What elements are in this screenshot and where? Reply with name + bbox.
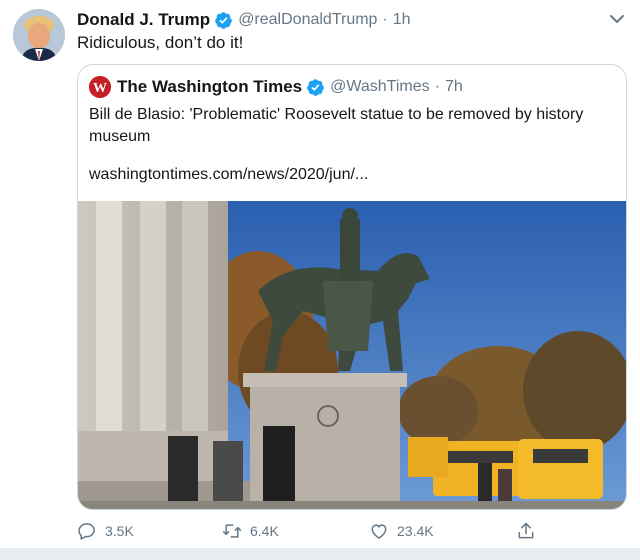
quoted-text: Bill de Blasio: 'Problematic' Roosevelt … xyxy=(89,106,584,145)
author-handle[interactable]: @realDonaldTrump xyxy=(238,11,377,29)
verified-badge-icon xyxy=(215,11,232,29)
separator-dot: · xyxy=(382,11,388,28)
quoted-header: W The Washington Times @WashTimes · 7h xyxy=(89,75,463,99)
tweet-header: Donald J. Trump @realDonaldTrump · 1h xyxy=(77,9,411,31)
timestamp[interactable]: 1h xyxy=(393,11,411,29)
reply-icon xyxy=(78,523,95,540)
quoted-timestamp[interactable]: 7h xyxy=(445,78,463,96)
like-count: 23.4K xyxy=(397,523,434,539)
like-button[interactable]: 23.4K xyxy=(369,519,434,543)
tweet-card[interactable]: Donald J. Trump @realDonaldTrump · 1h Ri… xyxy=(0,0,640,548)
retweet-count: 6.4K xyxy=(250,523,279,539)
retweet-button[interactable]: 6.4K xyxy=(222,519,279,543)
like-icon xyxy=(371,524,387,539)
action-bar: 3.5K 6.4K 23.4K xyxy=(0,519,640,543)
washington-times-logo[interactable]: W xyxy=(89,76,111,98)
quoted-image[interactable] xyxy=(78,201,626,509)
retweet-icon xyxy=(222,524,242,538)
timeline-divider xyxy=(0,548,640,560)
share-icon xyxy=(518,522,534,539)
quoted-link[interactable]: washingtontimes.com/news/2020/jun/... xyxy=(89,166,368,184)
svg-text:W: W xyxy=(93,81,107,96)
reply-count: 3.5K xyxy=(105,523,134,539)
verified-badge-icon xyxy=(307,78,324,96)
quoted-tweet[interactable]: W The Washington Times @WashTimes · 7h B… xyxy=(77,64,627,510)
quoted-author-handle[interactable]: @WashTimes xyxy=(330,78,430,96)
share-button[interactable] xyxy=(516,519,536,543)
quoted-author-name[interactable]: The Washington Times xyxy=(117,77,302,97)
tweet-text: Ridiculous, don’t do it! xyxy=(77,33,244,52)
avatar[interactable] xyxy=(13,9,65,61)
author-name[interactable]: Donald J. Trump xyxy=(77,10,210,30)
chevron-down-icon[interactable] xyxy=(608,12,626,26)
reply-button[interactable]: 3.5K xyxy=(77,519,134,543)
separator-dot: · xyxy=(434,78,440,95)
